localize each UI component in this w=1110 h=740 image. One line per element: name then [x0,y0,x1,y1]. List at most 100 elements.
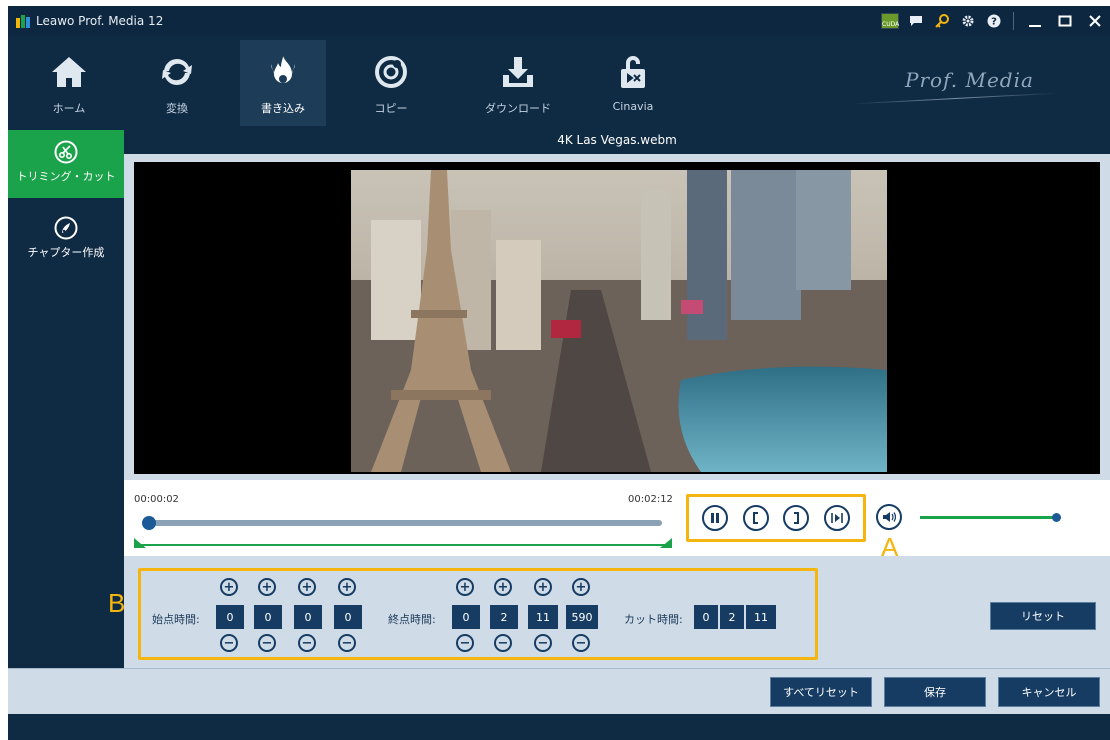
start-ms-minus-button[interactable]: − [338,634,356,652]
end-min-plus-button[interactable]: + [494,578,512,596]
help-icon[interactable]: ? [981,6,1007,36]
set-end-button[interactable] [783,505,810,531]
key-icon[interactable] [929,6,955,36]
nav-download-label: ダウンロード [485,102,551,115]
start-time-label: 始点時間: [152,613,200,626]
nav-copy-label: コピー [374,102,408,115]
title-bar-divider [1013,12,1014,30]
nav-download[interactable]: ダウンロード [475,40,561,126]
nav-home[interactable]: ホーム [26,40,112,126]
bracket-left-icon [752,512,758,524]
reset-all-button[interactable]: すべてリセット [770,677,872,707]
brand-underline [853,92,1058,105]
cut-sec-value: 11 [746,605,776,629]
cut-range-bar [140,544,672,546]
scissors-icon [8,140,124,164]
cut-hour-value: 0 [694,605,718,629]
app-window: Leawo Prof. Media 12 CUDA ? ホーム 変換 書き込み … [8,6,1110,740]
start-min-field[interactable]: 0 [254,605,282,629]
brand-logo: Prof. Media [905,68,1034,92]
sidebar-item-trim[interactable]: トリミング・カット [8,130,124,198]
sidebar-item-chapter[interactable]: チャプター作成 [8,206,124,274]
volume-slider[interactable] [920,516,1056,519]
annotation-b: B [108,588,126,618]
seek-handle[interactable] [142,516,156,530]
action-bar: すべてリセット 保存 キャンセル [8,668,1110,714]
start-hour-field[interactable]: 0 [216,605,244,629]
editor-panel: 4K Las Vegas.webm 00:00:02 00:02:12 A B … [108,126,1110,668]
home-icon [26,54,112,90]
chapter-icon [8,216,124,240]
cut-end-marker[interactable] [660,538,672,548]
start-sec-field[interactable]: 0 [294,605,322,629]
reset-button[interactable]: リセット [990,602,1096,630]
end-hour-minus-button[interactable]: − [456,634,474,652]
set-start-button[interactable] [742,505,769,531]
cancel-button[interactable]: キャンセル [998,677,1100,707]
sidebar: トリミング・カット チャプター作成 [8,126,124,668]
settings-gear-icon[interactable] [955,6,981,36]
svg-text:?: ? [991,17,997,28]
video-filename: 4K Las Vegas.webm [124,126,1110,154]
volume-handle[interactable] [1052,513,1061,522]
download-icon [475,54,561,90]
play-clip-button[interactable] [823,505,850,531]
cuda-icon[interactable]: CUDA [877,6,903,36]
nav-convert[interactable]: 変換 [134,40,220,126]
seek-track[interactable] [146,520,662,526]
minimize-button[interactable] [1020,6,1050,36]
volume-button[interactable] [876,504,902,530]
end-hour-plus-button[interactable]: + [456,578,474,596]
convert-icon [134,54,220,90]
start-ms-plus-button[interactable]: + [338,578,356,596]
start-hour-plus-button[interactable]: + [220,578,238,596]
end-sec-field[interactable]: 11 [528,605,558,629]
end-time-label: 終点時間: [388,613,436,626]
end-sec-plus-button[interactable]: + [534,578,552,596]
start-min-minus-button[interactable]: − [258,634,276,652]
sidebar-item-trim-label: トリミング・カット [16,170,116,183]
end-min-field[interactable]: 2 [490,605,518,629]
start-min-plus-button[interactable]: + [258,578,276,596]
nav-burn[interactable]: 書き込み [240,40,326,126]
video-preview[interactable] [134,162,1100,474]
nav-cinavia[interactable]: Cinavia [590,40,676,126]
end-ms-field[interactable]: 590 [566,605,598,629]
pause-button[interactable] [702,505,729,531]
speaker-icon [883,512,896,522]
feedback-icon[interactable] [903,6,929,36]
main-nav: ホーム 変換 書き込み コピー ダウンロード Cinavia Prof. Med… [8,40,1110,126]
start-sec-minus-button[interactable]: − [298,634,316,652]
start-ms-field[interactable]: 0 [334,605,362,629]
maximize-button[interactable] [1050,6,1080,36]
sidebar-item-chapter-label: チャプター作成 [27,246,105,259]
cut-min-value: 2 [720,605,744,629]
annotation-a: A [881,532,899,562]
end-time: 00:02:12 [628,494,673,505]
nav-copy[interactable]: コピー [348,40,434,126]
current-time: 00:00:02 [134,494,179,505]
end-sec-minus-button[interactable]: − [534,634,552,652]
close-button[interactable] [1080,6,1110,36]
start-sec-plus-button[interactable]: + [298,578,316,596]
video-frame-image [351,170,887,472]
timeline-panel: 00:00:02 00:02:12 A [124,480,1110,562]
status-bar [8,714,1110,740]
disc-copy-icon [348,54,434,90]
end-ms-plus-button[interactable]: + [572,578,590,596]
nav-burn-label: 書き込み [261,102,305,115]
end-min-minus-button[interactable]: − [494,634,512,652]
cut-start-marker[interactable] [134,538,146,548]
pause-icon [711,513,720,523]
play-clip-icon [830,513,843,523]
bracket-right-icon [794,512,800,524]
cut-time-label: カット時間: [624,613,683,626]
end-ms-minus-button[interactable]: − [572,634,590,652]
end-hour-field[interactable]: 0 [452,605,480,629]
app-title: Leawo Prof. Media 12 [36,14,164,28]
title-bar-controls: CUDA ? [877,6,1110,36]
start-hour-minus-button[interactable]: − [220,634,238,652]
save-button[interactable]: 保存 [884,677,986,707]
cinavia-lock-icon [590,54,676,90]
playback-controls [686,494,866,542]
